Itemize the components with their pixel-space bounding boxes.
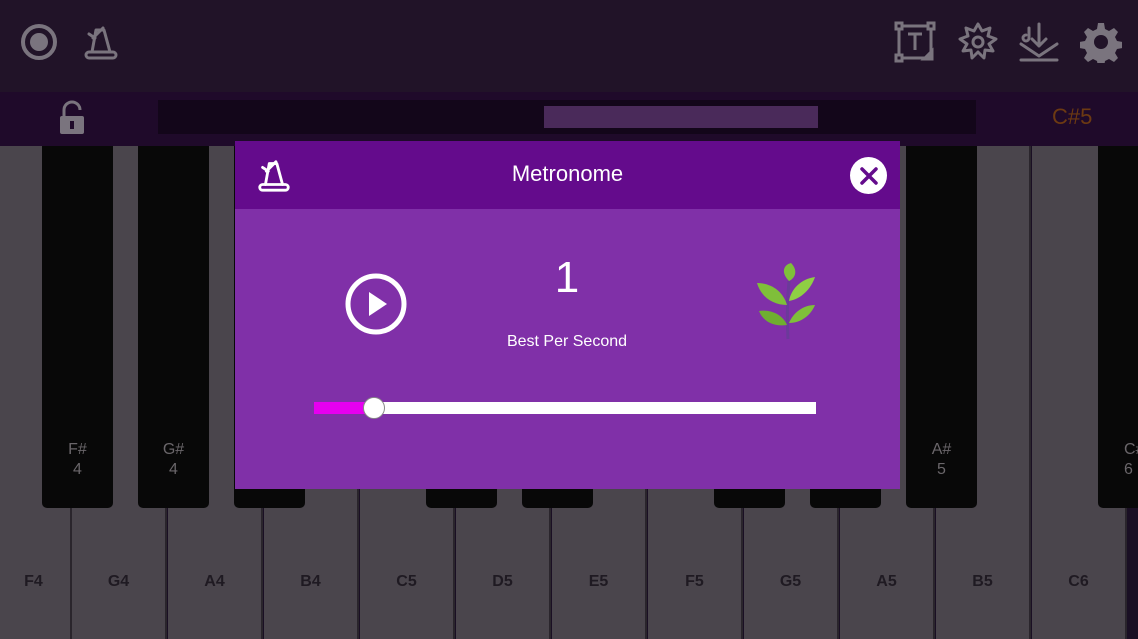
white-key-label: E5 [588,573,609,590]
keyboard-range-scroller[interactable] [158,100,976,134]
dialog-header: Metronome [235,141,900,209]
white-key-label: C6 [1068,573,1089,590]
black-key-octave: 5 [937,461,946,478]
play-button[interactable] [345,273,407,335]
tempo-slider-track[interactable] [314,402,816,414]
black-key[interactable]: F# 4 [42,146,113,508]
white-key-label: B5 [972,573,993,590]
tempo-slider-thumb[interactable] [363,397,385,419]
tempo-value: 1 [554,253,580,302]
gear-icon[interactable] [1079,20,1123,64]
black-key[interactable]: G# 4 [138,146,209,508]
sound-effect-icon[interactable] [956,20,1000,64]
dialog-title: Metronome [511,161,624,186]
play-icon [345,273,407,335]
white-key-label: G5 [779,573,802,590]
top-toolbar [0,0,1138,92]
black-key[interactable]: C# 6 [1098,146,1138,508]
white-key-label: B4 [300,573,321,590]
download-song-icon[interactable] [1017,20,1061,64]
black-key-octave: 4 [73,461,82,478]
white-key-label: A4 [204,573,225,590]
visible-range-window[interactable] [544,106,818,128]
black-key-octave: 6 [1124,461,1133,478]
white-key-label: A5 [876,573,897,590]
black-key-note: C# [1124,441,1138,458]
black-key-octave: 4 [169,461,178,478]
black-key-note: G# [162,441,185,458]
text-label-icon[interactable] [893,20,937,64]
record-icon[interactable] [17,20,61,64]
metronome-dialog: Metronome 1 Best Per Second [235,141,900,489]
white-key-label: C5 [396,573,417,590]
close-icon [859,166,878,185]
tempo-unit-label: Best Per Second [506,333,628,350]
white-key-label: D5 [492,573,513,590]
white-key-label: F5 [685,573,704,590]
black-key[interactable]: A# 5 [906,146,977,508]
leaf-icon [743,261,833,341]
unlocked-padlock-icon[interactable] [56,100,88,136]
current-note-display: C#5 [1052,104,1093,129]
black-key-note: A# [931,441,952,458]
black-key-note: F# [68,441,87,458]
close-button[interactable] [850,157,887,194]
white-key-label: G4 [107,573,130,590]
white-key-label: F4 [24,573,43,590]
metronome-icon[interactable] [79,20,123,64]
